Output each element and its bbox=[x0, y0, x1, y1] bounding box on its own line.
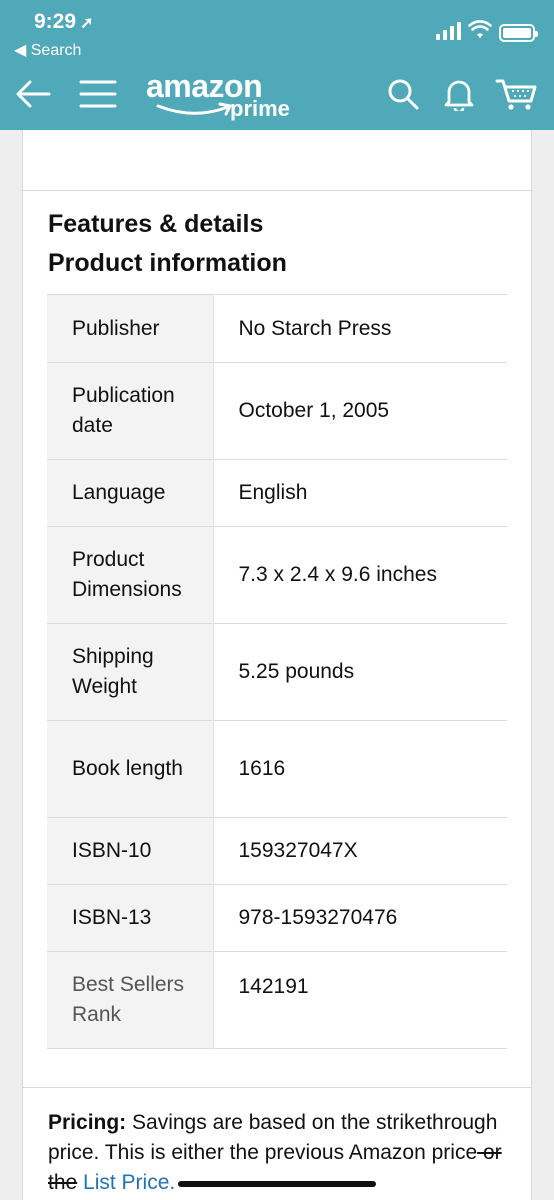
row-label-publication-date: Publication date bbox=[47, 362, 214, 460]
row-value-publisher: No Starch Press bbox=[238, 316, 392, 340]
status-time-text: 9:29 bbox=[34, 10, 77, 33]
cart-icon[interactable] bbox=[494, 74, 538, 114]
table-row: Language English bbox=[47, 459, 507, 527]
wifi-icon bbox=[468, 20, 492, 38]
product-info-heading: Product information bbox=[48, 249, 287, 277]
back-to-search-link[interactable]: ◀ Search bbox=[14, 40, 81, 60]
location-arrow-icon: ➚ bbox=[80, 15, 94, 32]
row-label-book-length: Book length bbox=[47, 720, 214, 818]
menu-icon[interactable] bbox=[78, 74, 118, 114]
status-time: 9:29 ➚ bbox=[34, 10, 93, 34]
back-arrow-icon[interactable] bbox=[14, 74, 52, 114]
search-icon[interactable] bbox=[384, 74, 422, 114]
section-divider bbox=[22, 190, 532, 191]
row-label-best-sellers-rank: Best Sellers Rank bbox=[47, 951, 214, 1049]
table-row: ISBN-13 978-1593270476 bbox=[47, 884, 507, 952]
features-heading: Features & details bbox=[48, 210, 264, 238]
table-row: Shipping Weight 5.25 pounds bbox=[47, 623, 507, 721]
product-info-table: Publisher No Starch Press Publication da… bbox=[47, 294, 507, 1049]
battery-icon bbox=[499, 24, 538, 42]
row-value-isbn-10: 159327047X bbox=[238, 839, 358, 862]
row-label-dimensions: Product Dimensions bbox=[47, 526, 214, 624]
row-value-language: English bbox=[238, 481, 308, 504]
row-value-isbn-13: 978-1593270476 bbox=[238, 906, 398, 929]
table-row: Book length 1616 bbox=[47, 720, 507, 818]
row-label-isbn-13: ISBN-13 bbox=[47, 884, 214, 952]
table-row: Best Sellers Rank 142191 bbox=[47, 951, 507, 1049]
pricing-label: Pricing: bbox=[48, 1111, 127, 1134]
list-price-link[interactable]: List Price. bbox=[77, 1171, 175, 1194]
cellular-signal-icon bbox=[436, 22, 462, 40]
row-label-isbn-10: ISBN-10 bbox=[47, 817, 214, 885]
row-value-dimensions: 7.3 x 2.4 x 9.6 inches bbox=[238, 563, 437, 586]
row-label-publisher: Publisher bbox=[47, 294, 214, 363]
row-value-best-sellers-rank: 142191 bbox=[238, 975, 309, 998]
table-row: ISBN-10 159327047X bbox=[47, 817, 507, 885]
bell-icon[interactable] bbox=[440, 74, 478, 114]
amazon-prime-logo[interactable]: amazon prime bbox=[146, 68, 296, 124]
table-row: Product Dimensions 7.3 x 2.4 x 9.6 inche… bbox=[47, 526, 507, 624]
row-value-shipping-weight: 5.25 pounds bbox=[238, 660, 355, 683]
table-row: Publication date October 1, 2005 bbox=[47, 362, 507, 460]
section-divider bbox=[22, 1087, 532, 1088]
app-header: 9:29 ➚ ◀ Search amazon prime bbox=[0, 0, 554, 130]
row-value-publication-date: October 1, 2005 bbox=[238, 399, 390, 422]
smile-arrow-icon bbox=[156, 102, 232, 116]
row-label-language: Language bbox=[47, 459, 214, 527]
logo-prime: prime bbox=[230, 96, 290, 121]
home-indicator[interactable] bbox=[178, 1181, 376, 1187]
row-value-book-length: 1616 bbox=[238, 757, 286, 780]
table-row: Publisher No Starch Press bbox=[47, 294, 507, 363]
row-label-shipping-weight: Shipping Weight bbox=[47, 623, 214, 721]
